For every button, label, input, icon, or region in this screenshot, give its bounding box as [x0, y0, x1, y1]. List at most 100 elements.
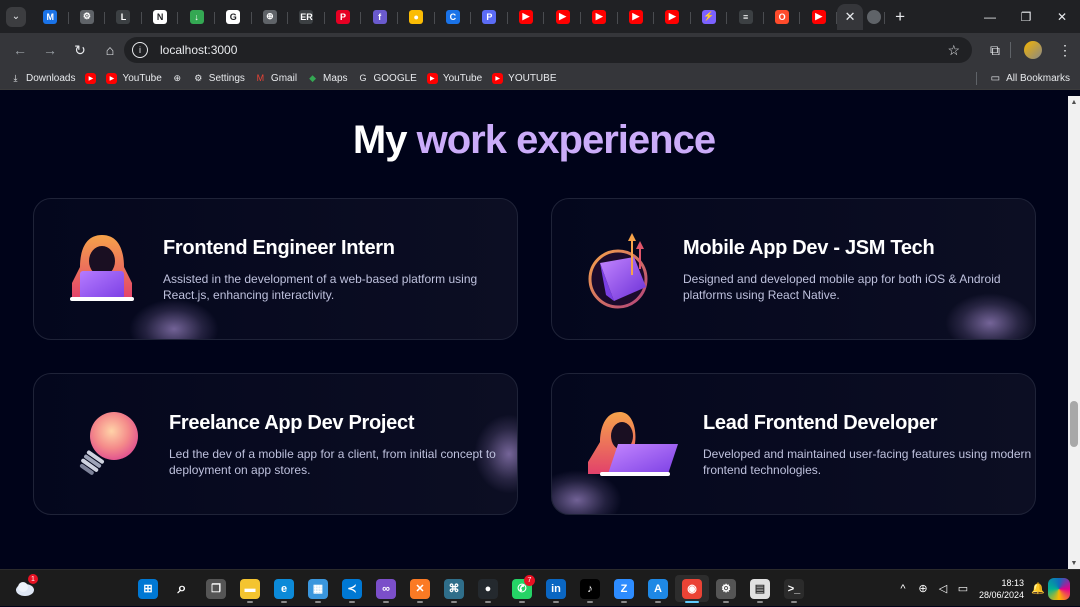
scroll-up-arrow-icon[interactable]: ▲	[1068, 96, 1080, 108]
url-text[interactable]: localhost:3000	[160, 43, 237, 57]
taskbar-app[interactable]: ∞	[369, 575, 403, 603]
browser-tab[interactable]: ▶	[618, 4, 655, 30]
weather-notification-badge: 1	[28, 574, 38, 584]
experience-card[interactable]: Mobile App Dev - JSM Tech Designed and d…	[551, 198, 1036, 340]
bookmark-item[interactable]: ▶	[85, 72, 97, 84]
home-button[interactable]: ⌂	[96, 36, 124, 64]
tab-close-icon[interactable]: ✕	[845, 9, 856, 25]
taskbar-app[interactable]: A	[641, 575, 675, 603]
card-title: Mobile App Dev - JSM Tech	[683, 237, 935, 259]
running-indicator	[281, 601, 287, 603]
tab-globe[interactable]	[863, 4, 886, 30]
gear-icon: ⚙	[194, 72, 203, 83]
browser-tab[interactable]: f	[361, 4, 398, 30]
browser-tab[interactable]: P	[471, 4, 508, 30]
taskbar-app[interactable]: in	[539, 575, 573, 603]
bookmark-item[interactable]: ▶ YouTube	[426, 72, 482, 84]
taskbar-app[interactable]: ⚙	[709, 575, 743, 603]
back-button[interactable]: ←	[6, 36, 34, 64]
experience-card[interactable]: Frontend Engineer Intern Assisted in the…	[33, 198, 518, 340]
language-globe-icon[interactable]: ⊕	[913, 579, 933, 599]
taskbar-app[interactable]: ▦	[301, 575, 335, 603]
taskbar-app[interactable]: ❐	[199, 575, 233, 602]
bookmark-item[interactable]: ▶ YouTube	[106, 72, 162, 84]
forward-button[interactable]: →	[36, 36, 64, 64]
taskbar-app[interactable]: ▤	[743, 575, 777, 603]
taskbar-app[interactable]: ⌘	[437, 575, 471, 603]
clock-date: 28/06/2024	[978, 589, 1024, 600]
gmail-icon: M	[256, 73, 265, 83]
bookmark-item[interactable]: ⚙ Settings	[193, 73, 245, 84]
browser-tab[interactable]: ⊕	[252, 4, 289, 30]
volume-icon[interactable]: ◁	[933, 579, 953, 599]
browser-tab[interactable]: ▶	[654, 4, 691, 30]
clock[interactable]: 18:13 28/06/2024	[979, 577, 1024, 601]
notification-bell-icon[interactable]: 🔔	[1028, 579, 1048, 599]
address-bar[interactable]: i localhost:3000 ☆	[124, 37, 972, 63]
browser-tab[interactable]: ▶	[581, 4, 618, 30]
browser-tab[interactable]: G	[215, 4, 252, 30]
browser-tab[interactable]: L	[105, 4, 142, 30]
bookmark-item[interactable]: ⤓ Downloads	[10, 73, 76, 84]
tab-search-button[interactable]: ⌄	[6, 6, 26, 27]
browser-tab[interactable]: ⚡	[691, 4, 728, 30]
copilot-icon[interactable]	[1048, 577, 1070, 600]
scroll-thumb[interactable]	[1070, 401, 1078, 447]
experience-card[interactable]: Freelance App Dev Project Led the dev of…	[33, 373, 518, 515]
taskbar-app[interactable]: ✕	[403, 575, 437, 603]
bookmark-item[interactable]: ◆ Maps	[307, 73, 347, 84]
google-icon: G	[226, 9, 241, 24]
scroll-down-arrow-icon[interactable]: ▼	[1068, 557, 1080, 569]
browser-tab[interactable]: ▶	[544, 4, 581, 30]
bookmark-star-icon[interactable]: ☆	[947, 42, 960, 59]
youtube-icon: ▶	[106, 72, 118, 84]
taskbar-app[interactable]: Z	[607, 575, 641, 603]
bookmark-item[interactable]: M Gmail	[255, 73, 297, 84]
active-tab[interactable]: ✕	[837, 3, 864, 30]
browser-tab[interactable]: ▶	[800, 4, 837, 30]
taskbar-app[interactable]: ⊞	[131, 575, 165, 602]
taskbar-app[interactable]: ✆ 7	[505, 575, 539, 603]
profile-avatar[interactable]	[1024, 41, 1042, 59]
minimize-button[interactable]: —	[972, 0, 1008, 33]
extensions-icon[interactable]: ⧉	[980, 35, 1010, 65]
browser-tab[interactable]: ▶	[508, 4, 545, 30]
bookmark-item[interactable]: G GOOGLE	[358, 73, 416, 84]
heading-accent: work experience	[416, 118, 716, 162]
tray-overflow-chevron-icon[interactable]: ^	[893, 579, 913, 599]
taskbar-app[interactable]: ●	[471, 575, 505, 603]
maximize-button[interactable]: ❐	[1008, 0, 1044, 33]
taskbar-app[interactable]: ▬	[233, 575, 267, 603]
browser-tab[interactable]: N	[142, 4, 179, 30]
windows-taskbar: 1 ⊞ ⌕ ❐ ▬ e ▦ ≺ ∞ ✕ ⌘ ● ✆ 7 in ♪ Z A ◉ ⚙ ▤ >_ ^ ⊕ ◁ ▭ 18:13 …	[0, 569, 1080, 606]
running-indicator	[553, 601, 559, 603]
browser-tab[interactable]: ↓	[178, 4, 215, 30]
browser-tab[interactable]: M	[32, 4, 69, 30]
reload-button[interactable]: ↻	[66, 36, 94, 64]
taskbar-app[interactable]: e	[267, 575, 301, 603]
close-window-button[interactable]: ✕	[1044, 0, 1080, 33]
bookmark-item[interactable]: ⊕	[172, 73, 183, 84]
taskbar-app[interactable]: >_	[777, 575, 811, 603]
browser-tab[interactable]: P	[325, 4, 362, 30]
browser-tab[interactable]: O	[764, 4, 801, 30]
battery-icon[interactable]: ▭	[953, 579, 973, 599]
page-scrollbar[interactable]: ▲ ▼	[1068, 96, 1080, 569]
taskbar-app[interactable]: ≺	[335, 575, 369, 603]
experience-card[interactable]: Lead Frontend Developer Developed and ma…	[551, 373, 1036, 515]
browser-tab[interactable]: ≡	[727, 4, 764, 30]
browser-tab[interactable]: ER	[288, 4, 325, 30]
toolbar-right: ⧉ ⋮	[980, 33, 1080, 67]
taskbar-app[interactable]: ♪	[573, 575, 607, 603]
running-indicator	[655, 601, 661, 603]
browser-tab[interactable]: ⚙	[69, 4, 106, 30]
menu-icon[interactable]: ⋮	[1050, 35, 1080, 65]
new-tab-button[interactable]: +	[889, 6, 911, 28]
taskbar-app[interactable]: ⌕	[165, 575, 199, 602]
bookmark-item[interactable]: ▶ YOUTUBE	[492, 72, 557, 84]
taskbar-app[interactable]: ◉	[675, 575, 709, 603]
browser-tab[interactable]: C	[435, 4, 472, 30]
all-bookmarks[interactable]: ▭ All Bookmarks	[991, 67, 1070, 90]
site-info-icon[interactable]: i	[132, 42, 148, 58]
browser-tab[interactable]: ●	[398, 4, 435, 30]
